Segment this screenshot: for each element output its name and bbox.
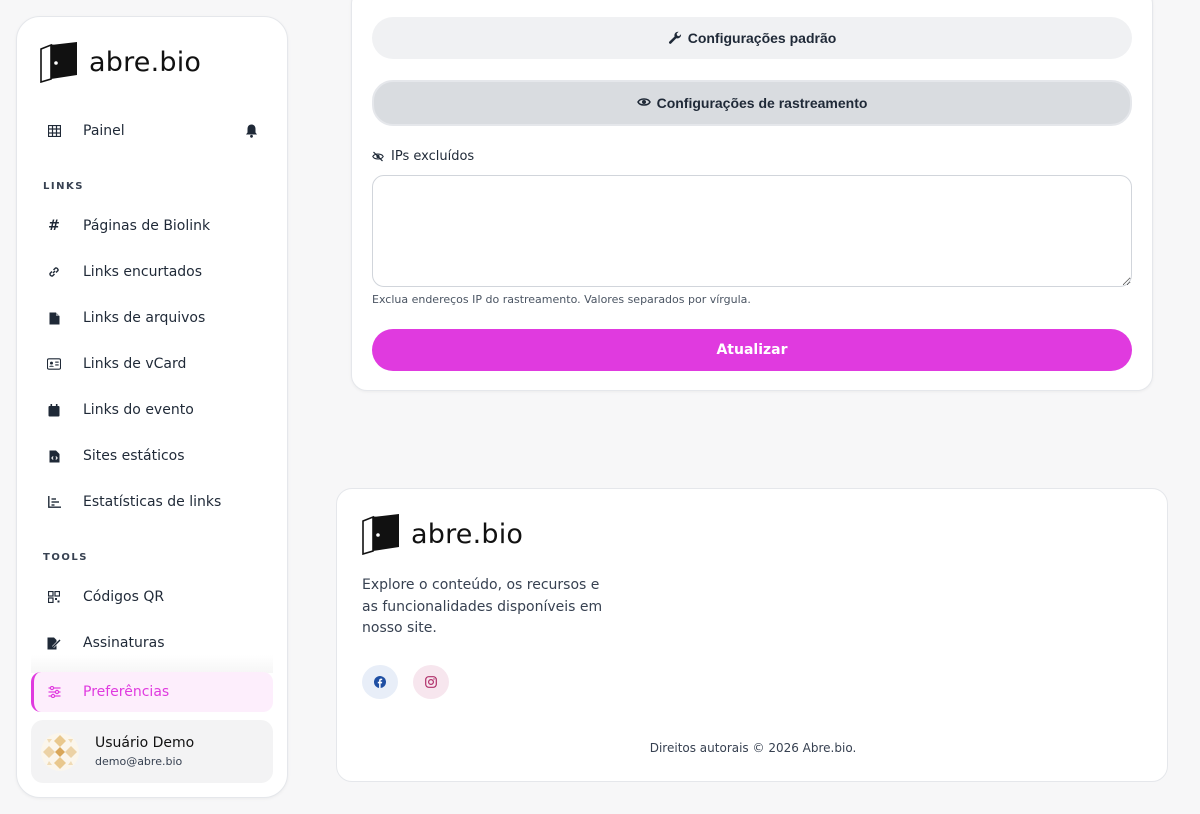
chart-icon bbox=[47, 495, 61, 509]
sidebar-item-preferences[interactable]: Preferências bbox=[31, 672, 273, 712]
hash-icon: # bbox=[48, 218, 60, 234]
sidebar-item-label: Links encurtados bbox=[83, 264, 203, 280]
sidebar-item-dashboard[interactable]: Painel bbox=[31, 111, 273, 151]
qr-code-icon bbox=[47, 590, 61, 604]
user-email: demo@abre.bio bbox=[95, 755, 183, 768]
facebook-link[interactable] bbox=[362, 665, 398, 699]
settings-card: Configurações padrão Configurações de ra… bbox=[351, 0, 1153, 391]
default-settings-button[interactable]: Configurações padrão bbox=[372, 17, 1132, 59]
sidebar-item-label: Estatísticas de links bbox=[83, 494, 222, 510]
avatar bbox=[41, 732, 79, 771]
user-card[interactable]: Usuário Demo demo@abre.bio bbox=[31, 720, 273, 783]
signature-icon bbox=[47, 636, 61, 650]
table-icon bbox=[47, 124, 61, 138]
sidebar: abre.bio Painel LINKS # Páginas de Bioli… bbox=[16, 16, 288, 798]
sidebar-item-label: Códigos QR bbox=[83, 589, 165, 605]
sidebar-item-label: Assinaturas bbox=[83, 635, 165, 651]
file-code-icon bbox=[47, 449, 61, 463]
sidebar-item-file-links[interactable]: Links de arquivos bbox=[31, 298, 273, 338]
eye-icon bbox=[636, 96, 651, 110]
sidebar-item-static-sites[interactable]: Sites estáticos bbox=[31, 436, 273, 476]
instagram-link[interactable] bbox=[413, 665, 449, 699]
excluded-ips-label-text: IPs excluídos bbox=[391, 149, 475, 164]
excluded-ips-label: IPs excluídos bbox=[372, 149, 474, 164]
sidebar-item-event-links[interactable]: Links do evento bbox=[31, 390, 273, 430]
door-logo-icon bbox=[362, 514, 399, 555]
sidebar-item-qr-codes[interactable]: Códigos QR bbox=[31, 577, 273, 617]
excluded-ips-help: Exclua endereços IP do rastreamento. Val… bbox=[372, 293, 751, 306]
update-button[interactable]: Atualizar bbox=[372, 329, 1132, 371]
scroll-fade bbox=[31, 655, 273, 673]
tracking-settings-label: Configurações de rastreamento bbox=[656, 95, 868, 111]
door-logo-icon bbox=[40, 42, 77, 83]
bell-icon[interactable] bbox=[245, 123, 259, 138]
sidebar-item-label: Páginas de Biolink bbox=[83, 218, 211, 234]
instagram-icon bbox=[425, 676, 437, 688]
sidebar-item-vcard-links[interactable]: Links de vCard bbox=[31, 344, 273, 384]
default-settings-label: Configurações padrão bbox=[687, 30, 837, 46]
footer: abre.bio Explore o conteúdo, os recursos… bbox=[336, 488, 1168, 782]
sliders-icon bbox=[47, 685, 61, 699]
sidebar-item-link-stats[interactable]: Estatísticas de links bbox=[31, 482, 273, 522]
sidebar-item-label: Links do evento bbox=[83, 402, 194, 418]
sidebar-item-label: Links de arquivos bbox=[83, 310, 206, 326]
sidebar-item-label: Preferências bbox=[83, 684, 170, 700]
footer-description: Explore o conteúdo, os recursos e as fun… bbox=[362, 577, 603, 636]
eye-slash-icon bbox=[372, 151, 384, 163]
footer-logo[interactable]: abre.bio bbox=[361, 513, 523, 555]
sidebar-item-label: Links de vCard bbox=[83, 356, 187, 372]
sidebar-item-biolink-pages[interactable]: # Páginas de Biolink bbox=[31, 206, 273, 246]
tracking-settings-button[interactable]: Configurações de rastreamento bbox=[372, 80, 1132, 126]
excluded-ips-textarea[interactable] bbox=[372, 175, 1132, 287]
footer-logo-text: abre.bio bbox=[411, 518, 524, 550]
section-title-tools: TOOLS bbox=[43, 552, 88, 563]
sidebar-logo[interactable]: abre.bio bbox=[39, 41, 201, 83]
sidebar-item-label: Sites estáticos bbox=[83, 448, 185, 464]
section-title-links: LINKS bbox=[43, 181, 84, 192]
sidebar-item-short-links[interactable]: Links encurtados bbox=[31, 252, 273, 292]
user-name: Usuário Demo bbox=[95, 735, 195, 751]
copyright-text: Direitos autorais © 2026 Abre.bio. bbox=[649, 741, 857, 755]
id-card-icon bbox=[47, 357, 61, 371]
sidebar-item-label: Painel bbox=[83, 123, 125, 139]
logo-text: abre.bio bbox=[89, 46, 202, 78]
file-icon bbox=[47, 311, 61, 325]
link-icon bbox=[47, 265, 61, 279]
facebook-icon bbox=[374, 676, 386, 688]
wrench-icon bbox=[668, 31, 682, 45]
calendar-icon bbox=[47, 403, 61, 417]
